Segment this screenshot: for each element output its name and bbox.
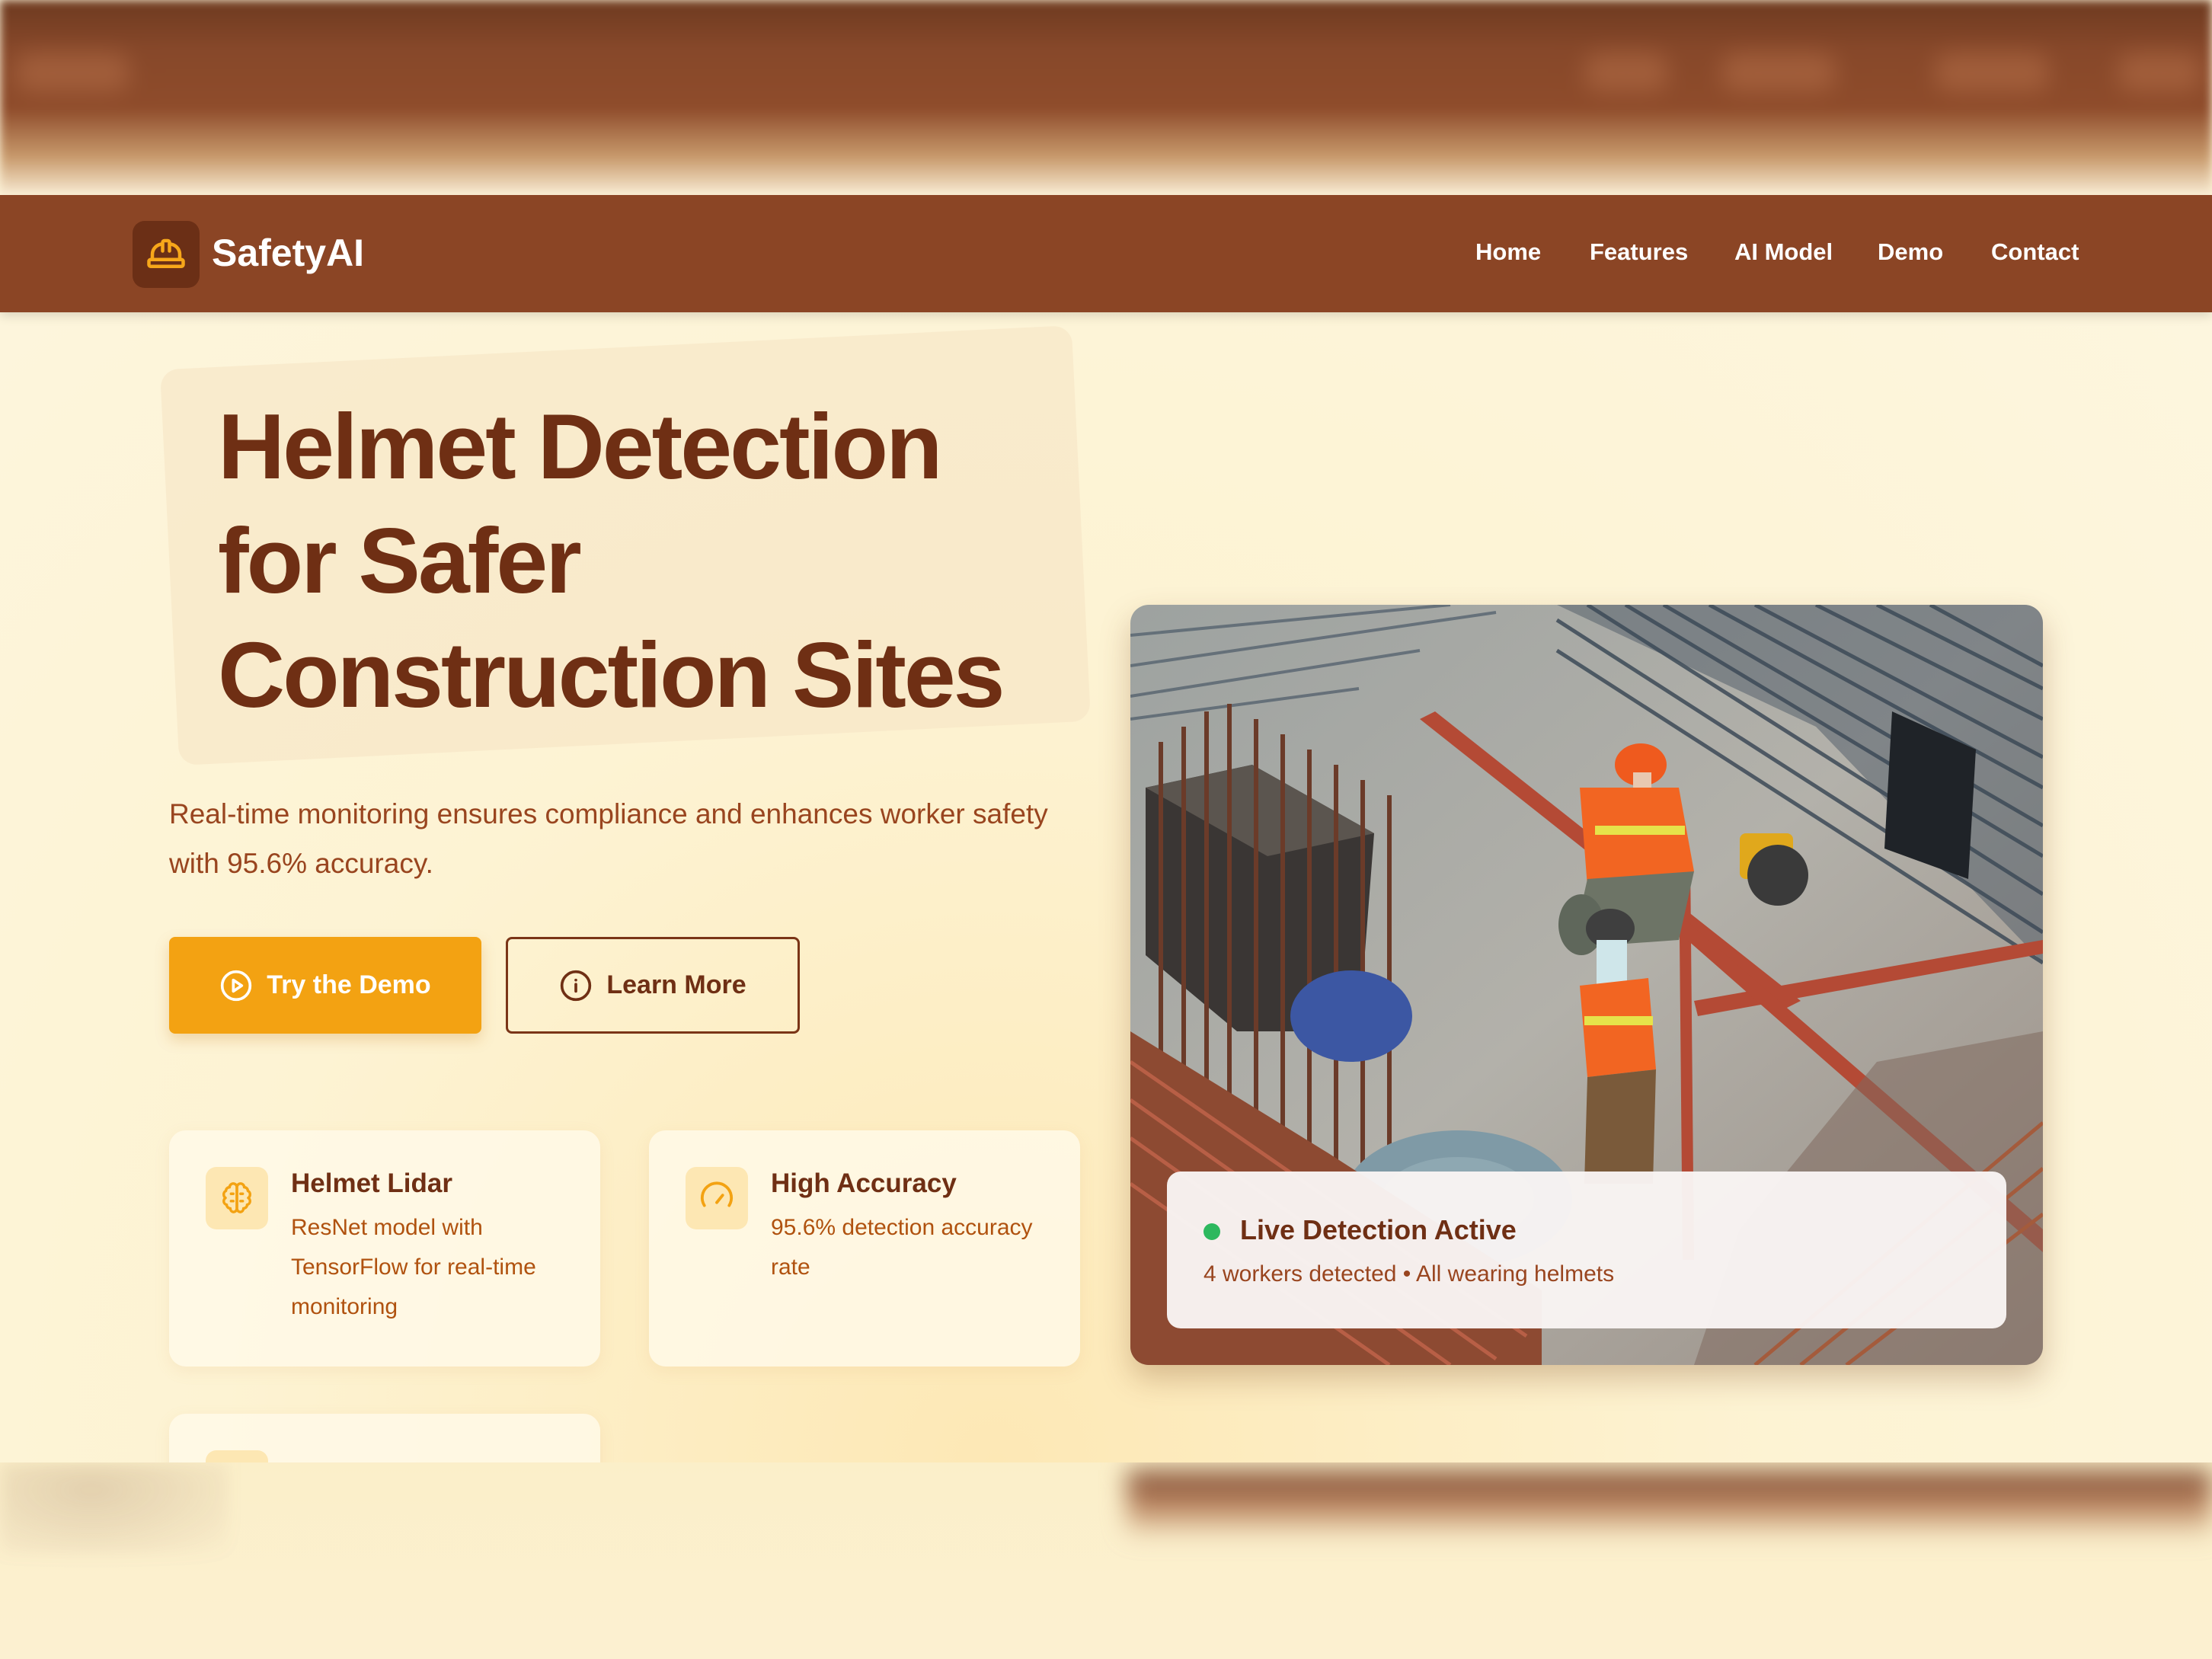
learn-more-button[interactable]: Learn More bbox=[506, 937, 800, 1034]
try-demo-button[interactable]: Try the Demo bbox=[169, 937, 481, 1034]
feature-card-helmet-lidar: Helmet Lidar ResNet model with TensorFlo… bbox=[169, 1130, 600, 1367]
live-detection-panel: Live Detection Active 4 workers detected… bbox=[1167, 1172, 2006, 1328]
live-detection-title: Live Detection Active bbox=[1240, 1214, 1517, 1245]
gauge-icon bbox=[686, 1167, 748, 1229]
learn-more-label: Learn More bbox=[606, 970, 746, 999]
feature-title: High Accuracy bbox=[771, 1168, 957, 1198]
live-detection-summary: 4 workers detected • All wearing helmets bbox=[1203, 1261, 1615, 1287]
feature-title: Helmet Lidar bbox=[291, 1168, 452, 1198]
live-status-dot bbox=[1203, 1223, 1220, 1240]
page-viewport: SafetyAI Home Features AI Model Demo Con… bbox=[0, 195, 2212, 1462]
info-circle-icon bbox=[561, 970, 592, 1001]
nav-link-demo[interactable]: Demo bbox=[1878, 238, 1943, 266]
brand-name[interactable]: SafetyAI bbox=[212, 231, 364, 275]
nav-link-home[interactable]: Home bbox=[1475, 238, 1541, 266]
brain-icon bbox=[206, 1167, 268, 1229]
try-demo-label: Try the Demo bbox=[267, 970, 431, 999]
blurred-background-footer bbox=[0, 1462, 2212, 1659]
headline-line-2: for Safer bbox=[218, 509, 582, 612]
headline-line-1: Helmet Detection bbox=[218, 395, 943, 498]
feature-card-partial bbox=[169, 1414, 600, 1462]
feature-description: 95.6% detection accuracy rate bbox=[771, 1215, 1033, 1280]
nav-link-ai-model[interactable]: AI Model bbox=[1734, 238, 1833, 266]
feature-description: ResNet model with TensorFlow for real-ti… bbox=[291, 1215, 536, 1319]
nav-link-contact[interactable]: Contact bbox=[1991, 238, 2079, 266]
hero-subtitle: Real-time monitoring ensures compliance … bbox=[169, 798, 1048, 879]
hard-hat-icon bbox=[147, 238, 185, 268]
construction-site-photo: Live Detection Active 4 workers detected… bbox=[1130, 605, 2043, 1365]
feature-icon bbox=[206, 1450, 268, 1462]
feature-card-high-accuracy: High Accuracy 95.6% detection accuracy r… bbox=[649, 1130, 1080, 1367]
play-circle-icon bbox=[221, 970, 252, 1001]
navbar: SafetyAI Home Features AI Model Demo Con… bbox=[0, 195, 2212, 312]
headline-line-3: Construction Sites bbox=[218, 623, 1005, 727]
hero-headline: Helmet Detection for Safer Construction … bbox=[218, 389, 1094, 732]
logo[interactable] bbox=[133, 221, 200, 288]
blurred-background-header bbox=[0, 0, 2212, 197]
nav-link-features[interactable]: Features bbox=[1590, 238, 1688, 266]
